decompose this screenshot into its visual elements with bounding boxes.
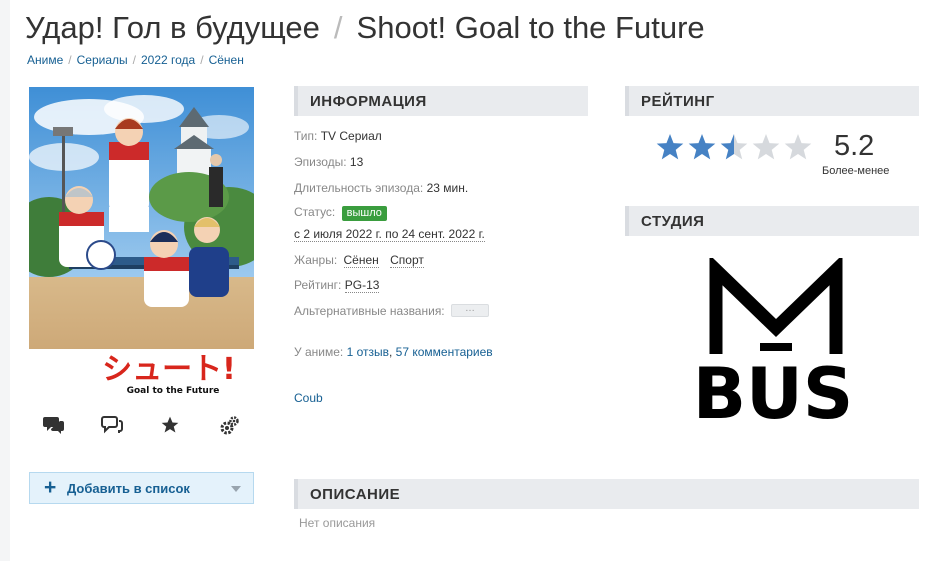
genre-shonen[interactable]: Сёнен [343, 253, 379, 268]
info-genres-key: Жанры: [294, 253, 338, 267]
info-heading: ИНФОРМАЦИЯ [310, 93, 427, 110]
rating-heading: РЕЙТИНГ [641, 93, 715, 110]
rating-star-icon [752, 134, 780, 160]
description-heading: ОПИСАНИЕ [310, 486, 401, 503]
reviews-icon[interactable] [101, 415, 125, 439]
description-section-header: ОПИСАНИЕ [294, 479, 919, 509]
info-genres: Жанры: Сёнен Спорт [294, 253, 424, 268]
info-aired: с 2 июля 2022 г. по 24 сент. 2022 г. [294, 227, 485, 242]
info-episodes-key: Эпизоды: [294, 155, 347, 169]
rating-stars [655, 133, 815, 163]
page-title: Удар! Гол в будущее / Shoot! Goal to the F… [25, 10, 705, 46]
about-key: У аниме: [294, 345, 344, 359]
breadcrumb-genre[interactable]: Сёнен [209, 53, 244, 67]
status-badge: вышло [341, 206, 387, 221]
poster-logo-sub: Goal to the Future [127, 386, 220, 396]
poster-actions [29, 415, 254, 439]
info-coub: Coub [294, 391, 323, 405]
breadcrumb-series[interactable]: Сериалы [77, 53, 128, 67]
info-duration-value: 23 мин. [426, 181, 469, 195]
studio-logo-text: BUS [693, 353, 854, 435]
add-to-list-button[interactable]: + Добавить в список [29, 472, 254, 504]
poster-logo: シュート! [102, 352, 236, 387]
info-type-value: TV Сериал [320, 129, 382, 143]
alt-names-expand-button[interactable]: … [451, 304, 489, 318]
info-status-key: Статус: [294, 205, 336, 219]
title-english: Shoot! Goal to the Future [356, 10, 705, 45]
poster-image: シュート! Goal to the Future [29, 87, 254, 404]
rating-label: Более-менее [822, 165, 890, 177]
studio-logo-image: BUS [693, 254, 854, 435]
info-type: Тип: TV Сериал [294, 129, 382, 143]
info-duration: Длительность эпизода: 23 мин. [294, 181, 468, 195]
breadcrumb-year[interactable]: 2022 года [141, 53, 195, 67]
rating-star-icon [688, 134, 716, 160]
title-russian: Удар! Гол в будущее [25, 10, 320, 45]
info-status: Статус: вышло [294, 205, 387, 221]
info-rating-key: Рейтинг: [294, 278, 342, 292]
studio-logo[interactable]: BUS [680, 254, 860, 438]
about-separator: , [388, 345, 393, 359]
rating-star-icon [784, 134, 812, 160]
rating-star-icon [720, 134, 748, 160]
stars-graphic [656, 134, 812, 160]
breadcrumb-separator: / [68, 53, 72, 67]
settings-gears-icon[interactable] [218, 415, 242, 439]
reviews-link[interactable]: 1 отзыв [347, 345, 389, 359]
breadcrumb: Аниме / Сериалы / 2022 года / Сёнен [27, 53, 244, 67]
info-duration-key: Длительность эпизода: [294, 181, 424, 195]
rating-score: 5.2 [834, 130, 875, 162]
info-episodes-value: 13 [349, 155, 364, 169]
rating-section-header: РЕЙТИНГ [625, 86, 919, 116]
title-separator: / [333, 10, 343, 45]
plus-icon: + [44, 476, 57, 499]
comments-link[interactable]: 57 комментариев [396, 345, 493, 359]
genre-sport[interactable]: Спорт [390, 253, 424, 268]
info-type-key: Тип: [294, 129, 318, 143]
favorite-star-icon[interactable] [160, 415, 184, 439]
info-alt-names: Альтернативные названия: … [294, 304, 489, 318]
add-to-list-label: Добавить в список [67, 481, 190, 496]
alt-names-key: Альтернативные названия: [294, 304, 445, 318]
breadcrumb-separator: / [132, 53, 136, 67]
info-section-header: ИНФОРМАЦИЯ [294, 86, 588, 116]
aired-dates[interactable]: с 2 июля 2022 г. по 24 сент. 2022 г. [294, 227, 485, 242]
studio-section-header: СТУДИЯ [625, 206, 919, 236]
studio-heading: СТУДИЯ [641, 213, 705, 230]
info-episodes: Эпизоды: 13 [294, 155, 363, 169]
rating-value[interactable]: PG-13 [344, 278, 380, 293]
info-about: У аниме: 1 отзыв, 57 комментариев [294, 345, 493, 359]
left-edge-strip [0, 0, 10, 561]
breadcrumb-separator: / [200, 53, 204, 67]
chevron-down-icon[interactable] [231, 486, 241, 492]
info-rating: Рейтинг: PG-13 [294, 278, 380, 293]
description-empty: Нет описания [299, 516, 376, 530]
breadcrumb-anime[interactable]: Аниме [27, 53, 63, 67]
comments-icon[interactable] [43, 415, 67, 439]
anime-poster[interactable]: シュート! Goal to the Future [29, 87, 254, 404]
coub-link[interactable]: Coub [294, 391, 323, 405]
rating-star-icon [656, 134, 684, 160]
